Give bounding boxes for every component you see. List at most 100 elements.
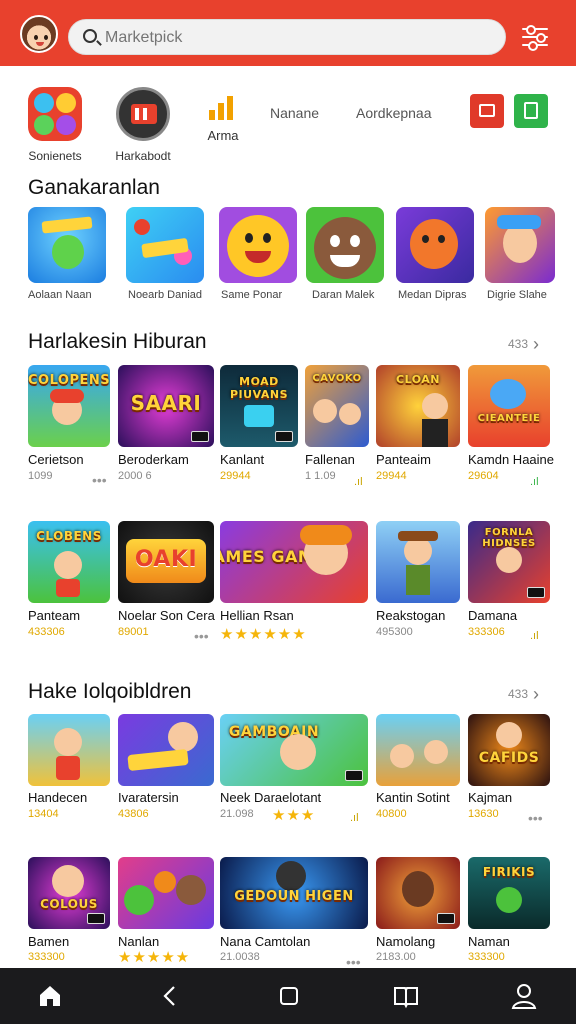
game-meta: 89001 [118,626,149,638]
game-name: Kajman [468,790,513,805]
game-art[interactable]: COLOUS [28,857,110,929]
section-title-kids: Hake Iolqoibldren [28,680,192,703]
search-icon [83,29,97,43]
avatar-eye [44,35,48,40]
home-icon[interactable] [34,980,66,1012]
more-options-icon[interactable]: ••• [92,472,107,488]
game-name: Noelar Son Cera [118,608,215,623]
section-title-favorites: Ganakaranlan [28,176,160,199]
back-icon[interactable] [154,980,186,1012]
game-art[interactable]: GEDOUN HIGEN [220,857,368,929]
profile-icon[interactable] [508,980,540,1012]
game-art-title: COLOPENS [28,373,110,388]
game-art[interactable]: CAFIDS [468,714,550,786]
game-art-title: SAARI [130,391,202,415]
category-sonienets[interactable]: Sonienets [22,87,88,163]
game-art-title: OAKI [134,547,198,572]
fav-tile-4[interactable] [306,207,384,283]
game-meta: 13630 [468,808,499,820]
search-input[interactable] [105,26,485,50]
game-name: Nana Camtolan [220,934,311,949]
game-art[interactable]: SAARI [118,365,214,447]
square-icon[interactable] [273,980,305,1012]
fav-label: Medan Dipras [398,289,467,301]
fav-label: Digrie Slahe [487,289,547,301]
game-meta: 43806 [118,808,149,820]
game-meta: 433306 [28,626,65,638]
trend-icon: .ıl [354,476,363,488]
game-meta: 29604 [468,470,499,482]
section-title-entertainment: Harlakesin Hiburan [28,330,207,353]
game-name: Reakstogan [376,608,446,623]
game-art[interactable]: COLOPENS [28,365,110,447]
game-art[interactable]: CIEANTEIE [468,365,550,447]
app-header [0,0,576,66]
game-art-title: FIRIKIS [482,865,536,879]
trend-icon: .ıl [530,630,539,642]
quick-link-nanane[interactable]: Nanane [270,105,319,121]
rating-stars: ★★★ [272,807,316,824]
game-name: Nanlan [118,934,160,949]
bookmark-button[interactable] [514,94,548,128]
search-bar[interactable] [68,19,506,55]
fav-tile-6[interactable] [485,207,555,283]
game-art[interactable]: CLOBENS [28,521,110,603]
play-icon [479,104,495,117]
game-meta: 495300 [376,626,413,638]
more-options-icon[interactable]: ••• [194,628,209,644]
game-art-title: CAVOKO [312,373,362,384]
game-name: Fallenan [305,452,355,467]
category-arma[interactable]: Arma [200,92,246,143]
video-button[interactable] [470,94,504,128]
game-art[interactable] [376,714,460,786]
game-art[interactable] [118,714,214,786]
game-name: Cerietson [28,452,84,467]
user-avatar[interactable] [20,15,58,53]
more-options-icon[interactable]: ••• [528,810,543,826]
game-name: Naman [468,934,510,949]
game-meta: 1099 [28,470,53,482]
game-art[interactable] [376,521,460,603]
game-name: Damana [468,608,518,623]
arcade-icon [116,87,170,141]
fav-tile-5[interactable] [396,207,474,283]
see-more-link[interactable]: 433 [508,684,539,705]
quick-link-aordkepnaa[interactable]: Aordkepnaa [356,105,432,121]
game-art[interactable]: CAMES GAMES [220,521,368,603]
book-icon[interactable] [390,980,422,1012]
game-meta: 29944 [220,470,251,482]
game-meta: 333306 [468,626,505,638]
chart-icon [207,92,239,122]
game-name: Neek Daraelotant [220,790,322,805]
game-meta: 13404 [28,808,59,820]
game-meta: 2183.00 [376,951,416,963]
fav-tile-2[interactable] [126,207,204,283]
games-collage-icon [28,87,82,141]
game-art[interactable]: OAKI [118,521,214,603]
fav-label: Aolaan Naan [28,289,92,301]
game-name: Kantin Sotint [376,790,450,805]
game-art-title: CLOAN [396,373,440,386]
game-art-title: CIEANTEIE [477,413,541,424]
game-art[interactable] [28,714,110,786]
game-art[interactable]: CAVOKO [305,365,369,447]
game-art[interactable]: CLOAN [376,365,460,447]
see-more-link[interactable]: 433 [508,334,539,355]
game-meta: 21.0038 [220,951,260,963]
category-harkabodt[interactable]: Harkabodt [110,87,176,163]
game-art[interactable] [118,857,214,929]
game-art[interactable]: FORNLA HIDNSES [468,521,550,603]
game-art-title: MOAD PIUVANS [230,375,288,401]
game-art[interactable]: FIRIKIS [468,857,550,929]
game-art[interactable]: MOAD PIUVANS [220,365,298,447]
avatar-eye [34,35,38,40]
game-name: Ivaratersin [118,790,179,805]
fav-tile-1[interactable] [28,207,106,283]
filter-icon[interactable] [522,25,548,51]
game-art[interactable]: GAMBOAIN [220,714,368,786]
trend-icon: .ıl [530,476,539,488]
trend-icon: .ıl [350,812,359,824]
fav-tile-3[interactable] [219,207,297,283]
game-art[interactable] [376,857,460,929]
game-name: Kanlant [220,452,265,467]
